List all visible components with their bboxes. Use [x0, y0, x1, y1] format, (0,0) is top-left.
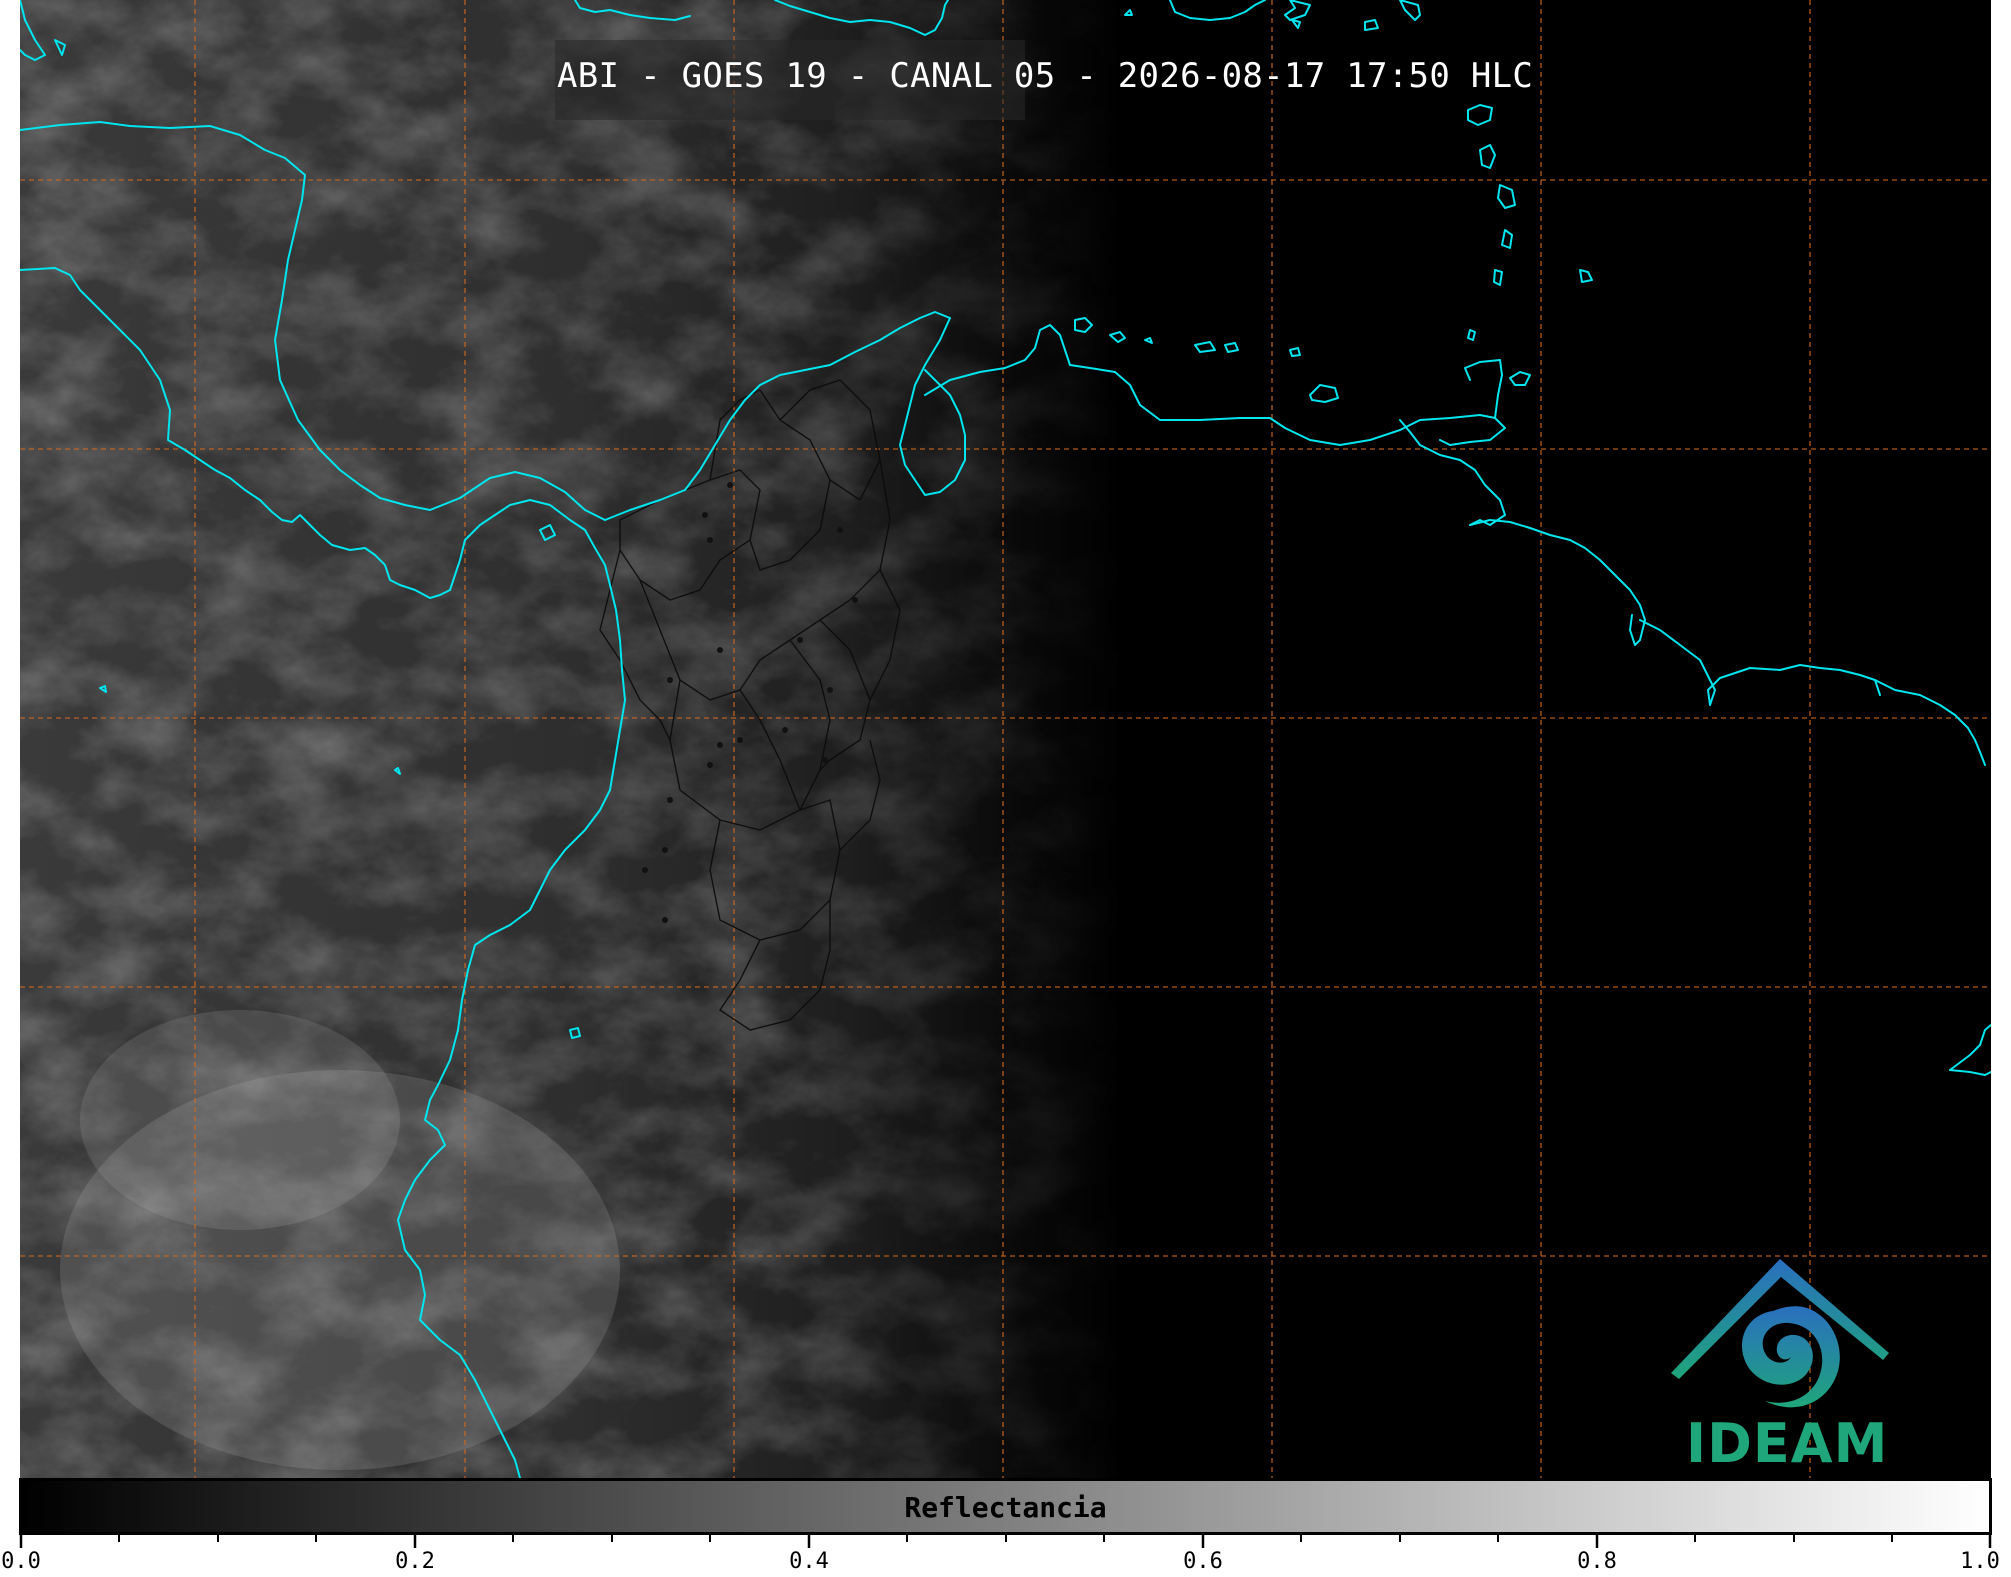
colorbar-tick-label: 0.0 — [1, 1549, 41, 1574]
colorbar-tick-label: 0.4 — [789, 1549, 829, 1574]
colorbar-minor-ticks — [118, 1532, 1893, 1542]
logo-text: IDEAM — [1686, 1412, 1889, 1475]
colorbar-label: Reflectancia — [904, 1491, 1107, 1524]
colorbar-tick-label: 0.6 — [1183, 1549, 1223, 1574]
bright-cloud-region — [80, 1010, 400, 1230]
map-title: ABI - GOES 19 - CANAL 05 - 2026-08-17 17… — [557, 56, 1534, 96]
colorbar-tick-label: 0.2 — [395, 1549, 435, 1574]
colorbar-tick-label: 0.8 — [1577, 1549, 1617, 1574]
colorbar-axis — [19, 1532, 1992, 1548]
colorbar-tick-label: 1.0 — [1960, 1549, 2000, 1574]
